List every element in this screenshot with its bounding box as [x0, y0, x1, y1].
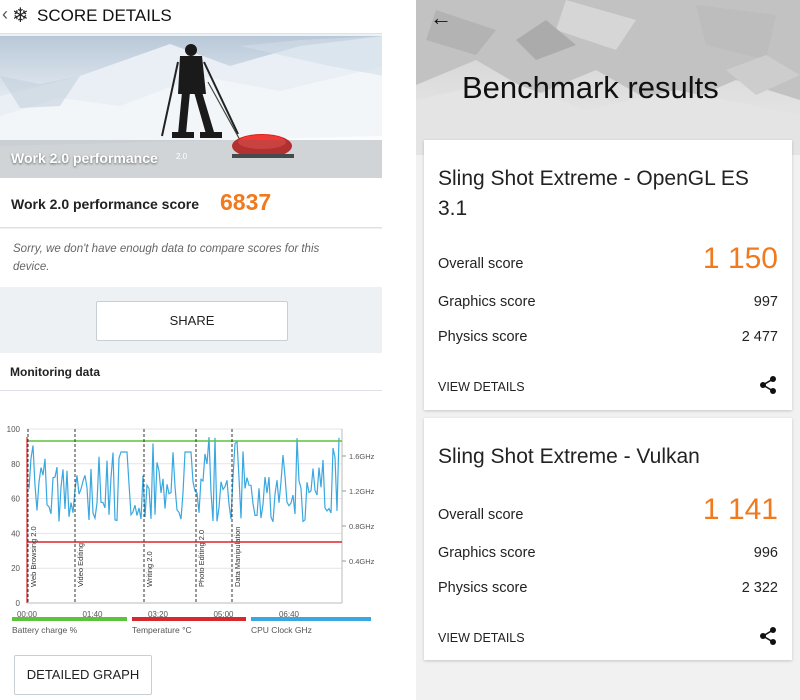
section-label: Web Browsing 2.0 [29, 526, 38, 587]
result-card-opengl: Sling Shot Extreme - OpenGL ES 3.1 Overa… [424, 140, 792, 410]
y-left-tick: 80 [11, 460, 20, 469]
graphics-score-label: Graphics score [438, 294, 536, 310]
section-label: Data Manipulation [233, 527, 242, 587]
y-left-tick: 100 [7, 425, 21, 434]
monitoring-title: Monitoring data [10, 365, 100, 379]
overall-score-label: Overall score [438, 256, 524, 272]
y-left-tick: 40 [11, 529, 20, 538]
detailed-graph-button[interactable]: DETAILED GRAPH [14, 655, 152, 695]
score-row: Work 2.0 performance score 6837 [0, 178, 382, 228]
legend-cpu-label: CPU Clock GHz [251, 625, 312, 635]
hero-version: 2.0 [176, 152, 188, 161]
graphics-score-value: 996 [753, 545, 778, 561]
legend-temperature: Temperature °C [132, 617, 246, 637]
physics-score-value: 2 477 [741, 329, 778, 345]
graphics-score-label: Graphics score [438, 545, 536, 561]
section-label: Video Editing [76, 543, 85, 587]
notice-text: Sorry, we don't have enough data to comp… [13, 243, 320, 273]
legend-battery: Battery charge % [12, 617, 127, 637]
legend-cpu: CPU Clock GHz [251, 617, 371, 637]
share-icon[interactable] [758, 375, 778, 395]
score-label: Work 2.0 performance score [11, 196, 200, 212]
benchmark-results-screen: ← Benchmark results Sling Shot Extreme -… [416, 0, 800, 700]
graphics-score-row: Graphics score 996 [438, 545, 778, 567]
share-button[interactable]: SHARE [96, 301, 288, 341]
physics-score-label: Physics score [438, 580, 528, 596]
graphics-score-value: 997 [753, 294, 778, 310]
monitoring-header: Monitoring data [0, 353, 382, 391]
result-card-vulkan: Sling Shot Extreme - Vulkan Overall scor… [424, 418, 792, 660]
header-background: ← Benchmark results [416, 0, 800, 155]
view-details-link[interactable]: VIEW DETAILS [438, 380, 525, 394]
chevron-left-icon[interactable]: ‹ [2, 4, 8, 25]
graphics-score-row: Graphics score 997 [438, 294, 778, 316]
page-title: SCORE DETAILS [37, 6, 172, 25]
share-section: SHARE [0, 288, 382, 350]
snowflake-icon: ❄ [12, 5, 29, 27]
overall-score-row: Overall score 1 141 [438, 493, 778, 529]
screenshot-composite: ‹ ❄ SCORE DETAILS Work 2.0 performance 2… [0, 0, 800, 700]
legend-battery-swatch [12, 617, 127, 621]
monitoring-graph: 100806040200 1.6GHz1.2GHz0.8GHz0.4GHz 00… [7, 425, 375, 619]
view-details-link[interactable]: VIEW DETAILS [438, 631, 525, 645]
section-label: Photo Editing 2.0 [197, 530, 206, 587]
y-left-tick: 20 [11, 564, 20, 573]
y-right-tick: 1.2GHz [349, 487, 375, 496]
card-title: Sling Shot Extreme - OpenGL ES 3.1 [438, 167, 749, 220]
card-title: Sling Shot Extreme - Vulkan [438, 445, 700, 468]
graph-legend: Battery charge % Temperature °C CPU Cloc… [0, 617, 382, 637]
legend-cpu-swatch [251, 617, 371, 621]
comparison-notice: Sorry, we don't have enough data to comp… [0, 229, 382, 287]
overall-score-label: Overall score [438, 507, 524, 523]
y-right-tick: 1.6GHz [349, 452, 375, 461]
hero-image: Work 2.0 performance 2.0 [0, 36, 382, 178]
score-details-screen: ‹ ❄ SCORE DETAILS Work 2.0 performance 2… [0, 0, 384, 700]
y-right-tick: 0.4GHz [349, 557, 375, 566]
arrow-left-icon[interactable]: ← [430, 5, 452, 31]
overall-score-row: Overall score 1 150 [438, 242, 778, 278]
top-bar: ‹ ❄ SCORE DETAILS [0, 0, 382, 34]
y-left-tick: 60 [11, 495, 20, 504]
y-left-tick: 0 [16, 599, 21, 608]
overall-score-value: 1 150 [702, 242, 778, 275]
physics-score-row: Physics score 2 477 [438, 329, 778, 351]
legend-temperature-label: Temperature °C [132, 625, 192, 635]
page-title: Benchmark results [462, 70, 719, 105]
legend-battery-label: Battery charge % [12, 625, 78, 635]
physics-score-row: Physics score 2 322 [438, 580, 778, 602]
monitoring-panel: Monitoring data 100 80 60 40 20 0 1.6GHz 1.2GH… [0, 353, 382, 700]
overall-score-value: 1 141 [702, 493, 778, 526]
legend-temperature-swatch [132, 617, 246, 621]
physics-score-label: Physics score [438, 329, 528, 345]
section-label: Writing 2.0 [145, 551, 154, 587]
score-value: 6837 [220, 189, 272, 215]
y-right-tick: 0.8GHz [349, 522, 375, 531]
physics-score-value: 2 322 [741, 580, 778, 596]
share-icon[interactable] [758, 626, 778, 646]
hero-label: Work 2.0 performance [11, 150, 158, 166]
